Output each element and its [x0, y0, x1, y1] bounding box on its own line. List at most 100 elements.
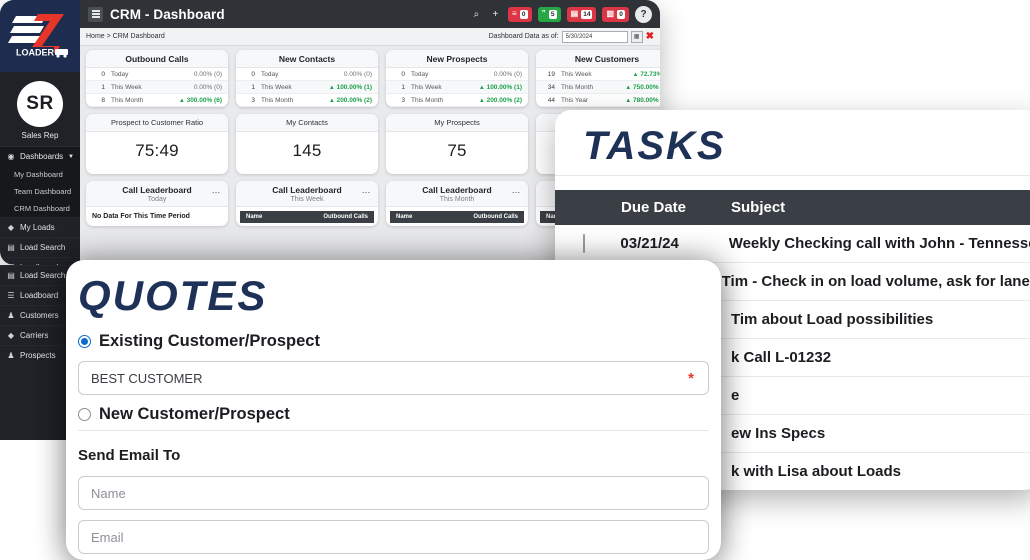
help-icon[interactable]: ?	[635, 5, 652, 23]
breadcrumb[interactable]: Home > CRM Dashboard	[86, 33, 165, 40]
badge-count: 14	[581, 9, 593, 19]
quotes-panel: QUOTES Existing Customer/Prospect BEST C…	[66, 260, 721, 560]
badge-files[interactable]: ▥ 0	[602, 6, 629, 22]
card-title: Prospect to Customer Ratio	[86, 114, 228, 133]
radio-new-customer[interactable]	[78, 408, 91, 421]
ellipsis-icon[interactable]: …	[362, 185, 372, 195]
sidebar-item-load-search[interactable]: ▤ Load Search	[0, 237, 80, 257]
card-title: Call Leaderboard	[122, 185, 192, 196]
card-new-customers[interactable]: New Customers 19 This Week ▲ 72.73% (8) …	[536, 50, 660, 107]
search-icon[interactable]: ⌕	[470, 9, 483, 20]
card-new-prospects[interactable]: New Prospects 0 Today 0.00% (0) 1 This W…	[386, 50, 528, 107]
people-icon: ♟	[7, 351, 15, 360]
load-search-icon: ▤	[7, 271, 15, 280]
column-header-calls: Outbound Calls	[473, 214, 518, 221]
table-row: 0 Today 0.00% (0)	[386, 68, 528, 81]
stat-pct-value: 750.00% (30)	[632, 83, 660, 91]
table-row: 8 This Month ▲ 300.00% (6)	[86, 94, 228, 107]
card-title: Call Leaderboard	[272, 185, 342, 196]
name-input[interactable]: Name	[78, 476, 709, 510]
topbar-actions: ⌕ + ≡ 0 ” 5 ▤ 14 ▥ 0 ?	[470, 5, 652, 23]
table-row: 19 This Week ▲ 72.73% (8)	[536, 68, 660, 81]
stat-count: 0	[101, 70, 105, 78]
data-as-of-label: Dashboard Data as of:	[488, 33, 559, 40]
table-row: 34 This Month ▲ 750.00% (30)	[536, 81, 660, 94]
badge-quotes[interactable]: ” 5	[537, 6, 561, 22]
card-call-leaderboard-this-month[interactable]: Call Leaderboard This Month … Name Outbo…	[386, 181, 528, 227]
user-role: Sales Rep	[21, 131, 59, 140]
stat-pct: ▲ 780.00% (39)	[625, 97, 660, 104]
column-header-due-date[interactable]: Due Date	[621, 199, 731, 216]
send-email-to-label: Send Email To	[78, 447, 181, 464]
sidebar-item-loadboard[interactable]: ☰ Loadboard	[0, 257, 80, 265]
existing-customer-radio-row[interactable]: Existing Customer/Prospect	[66, 322, 721, 357]
clear-date-icon[interactable]: ✖	[646, 31, 654, 42]
task-subject: Tim about Load possibilities	[731, 311, 934, 328]
checkbox-icon[interactable]	[583, 234, 585, 253]
hamburger-icon[interactable]	[88, 6, 103, 22]
table-row: 1 This Week ▲ 100.00% (1)	[386, 81, 528, 94]
card-title: New Prospects	[386, 50, 528, 68]
quotes-title: QUOTES	[78, 272, 268, 319]
card-call-leaderboard-this-week[interactable]: Call Leaderboard This Week … Name Outbou…	[236, 181, 378, 227]
logo-svg: LOADER	[8, 14, 68, 58]
card-outbound-calls[interactable]: Outbound Calls 0 Today 0.00% (0) 1 This …	[86, 50, 228, 107]
card-my-prospects[interactable]: My Prospects 75	[386, 114, 528, 175]
loadboard-icon: ☰	[7, 291, 15, 300]
stat-pct-value: 200.00% (2)	[336, 96, 372, 104]
column-header-subject[interactable]: Subject	[731, 199, 785, 216]
badge-docs[interactable]: ▤ 14	[566, 6, 597, 22]
email-input[interactable]: Email	[78, 520, 709, 554]
sidebar-group-dashboards[interactable]: ◉ Dashboards ▼	[0, 146, 80, 166]
stat-pct: 0.00% (0)	[343, 70, 372, 78]
sidebar-item-crm-dashboard[interactable]: CRM Dashboard	[0, 200, 80, 217]
card-period: This Month	[439, 196, 475, 204]
badge-count: 5	[548, 9, 557, 19]
card-my-contacts[interactable]: My Contacts 145	[236, 114, 378, 175]
screenshot-stage: LOADER SR Sales Rep ◉ Dashboards ▼ My Da…	[0, 0, 1030, 560]
carrier-truck-icon: ◆	[7, 331, 15, 340]
sidebar-item-label: Carriers	[20, 331, 49, 340]
stat-pct: ▲ 200.00% (2)	[479, 97, 522, 104]
user-profile[interactable]: SR Sales Rep	[0, 72, 80, 146]
stat-label: Today	[111, 70, 129, 78]
card-prospect-to-customer-ratio[interactable]: Prospect to Customer Ratio 75:49	[86, 114, 228, 175]
table-row: 1 This Week 0.00% (0)	[86, 81, 228, 94]
file-icon: ▥	[606, 9, 614, 18]
add-icon[interactable]: +	[489, 9, 502, 20]
task-subject: Weekly Checking call with John - Tenness…	[728, 235, 1030, 252]
sidebar-item-my-loads[interactable]: ◆ My Loads	[0, 217, 80, 237]
tasks-title: TASKS	[583, 124, 726, 168]
date-input[interactable]: 5/30/2024	[561, 30, 628, 43]
card-new-contacts[interactable]: New Contacts 0 Today 0.00% (0) 1 This We…	[236, 50, 378, 107]
svg-text:LOADER: LOADER	[16, 48, 55, 58]
ellipsis-icon[interactable]: …	[512, 185, 522, 195]
stat-pct: ▲ 72.73% (8)	[632, 71, 660, 78]
customer-select-field[interactable]: BEST CUSTOMER *	[78, 361, 709, 395]
arrow-up-icon: ▲	[478, 97, 485, 104]
divider	[555, 175, 1030, 176]
doc-icon: ▤	[570, 9, 579, 18]
card-value: 75	[447, 141, 467, 161]
stat-label: This Week	[561, 70, 592, 78]
table-row[interactable]: 03/21/24 Weekly Checking call with John …	[555, 225, 1030, 263]
task-subject: ew Ins Specs	[731, 425, 826, 442]
sidebar-item-my-dashboard[interactable]: My Dashboard	[0, 166, 80, 183]
sidebar: LOADER SR Sales Rep ◉ Dashboards ▼ My Da…	[0, 0, 80, 265]
stat-pct: ▲ 100.00% (1)	[479, 84, 522, 91]
badge-count: 0	[617, 9, 625, 19]
new-customer-radio-row[interactable]: New Customer/Prospect	[66, 395, 721, 430]
arrow-up-icon: ▲	[625, 84, 632, 91]
card-call-leaderboard-today[interactable]: Call Leaderboard Today … No Data For Thi…	[86, 181, 228, 227]
table-header: Name Outbound Calls	[390, 211, 524, 224]
calendar-icon[interactable]: ▦	[630, 30, 643, 43]
sidebar-item-team-dashboard[interactable]: Team Dashboard	[0, 183, 80, 200]
sidebar-item-label: Loadboard	[20, 291, 59, 300]
task-checkbox-wrap[interactable]	[583, 234, 620, 253]
radio-existing-customer[interactable]	[78, 335, 91, 348]
stat-count: 19	[547, 70, 555, 78]
ellipsis-icon[interactable]: …	[212, 185, 222, 195]
ez-loader-logo[interactable]: LOADER	[0, 0, 80, 72]
arrow-up-icon: ▲	[328, 84, 335, 91]
badge-list[interactable]: ≡ 0	[507, 6, 532, 22]
